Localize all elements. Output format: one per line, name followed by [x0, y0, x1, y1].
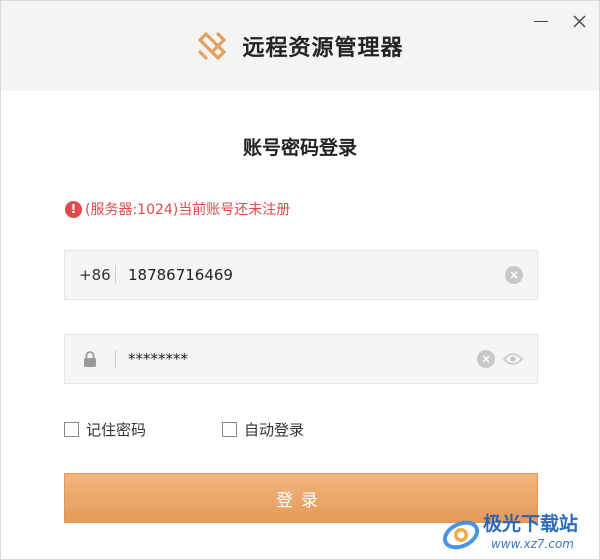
login-heading: 账号密码登录	[242, 137, 357, 159]
login-window: 远程资源管理器 账号密码登录 ! (服务器:1024)当前账号还未注册 +86	[0, 0, 600, 560]
phone-field: +86	[64, 250, 538, 300]
clear-icon	[510, 271, 518, 279]
close-icon	[573, 15, 585, 27]
error-icon: !	[65, 200, 82, 218]
checkbox-box[interactable]	[222, 422, 237, 437]
watermark-url: www.xz7.com	[491, 537, 574, 551]
title-bar: 远程资源管理器	[1, 1, 599, 91]
login-options: 记住密码 自动登录	[64, 419, 538, 439]
auto-login-label: 自动登录	[244, 421, 305, 439]
lock-icon	[84, 351, 96, 367]
eye-icon	[503, 353, 523, 365]
app-logo-icon	[198, 32, 227, 60]
watermark: 极光下载站 www.xz7.com	[441, 505, 599, 559]
phone-input[interactable]	[116, 251, 505, 299]
minimize-button[interactable]	[527, 9, 555, 33]
show-password-button[interactable]	[503, 352, 523, 366]
brand: 远程资源管理器	[1, 1, 599, 91]
password-input[interactable]	[116, 335, 477, 383]
close-button[interactable]	[565, 9, 593, 33]
password-field	[64, 334, 538, 384]
lock-icon-wrap	[65, 351, 115, 367]
phone-clear-button[interactable]	[505, 266, 523, 284]
remember-password-label: 记住密码	[86, 421, 147, 439]
remember-password-checkbox[interactable]: 记住密码	[64, 419, 146, 440]
app-title: 远程资源管理器	[242, 36, 404, 61]
error-message: (服务器:1024)当前账号还未注册	[85, 202, 291, 218]
country-code[interactable]: +86	[65, 266, 115, 284]
password-clear-button[interactable]	[477, 350, 495, 368]
minimize-icon	[534, 20, 548, 22]
watermark-name: 极光下载站	[483, 513, 579, 535]
auto-login-checkbox[interactable]: 自动登录	[222, 419, 304, 440]
error-message-row: ! (服务器:1024)当前账号还未注册	[65, 199, 290, 219]
clear-icon	[482, 355, 490, 363]
checkbox-box[interactable]	[64, 422, 79, 437]
watermark-logo-icon	[442, 520, 480, 550]
